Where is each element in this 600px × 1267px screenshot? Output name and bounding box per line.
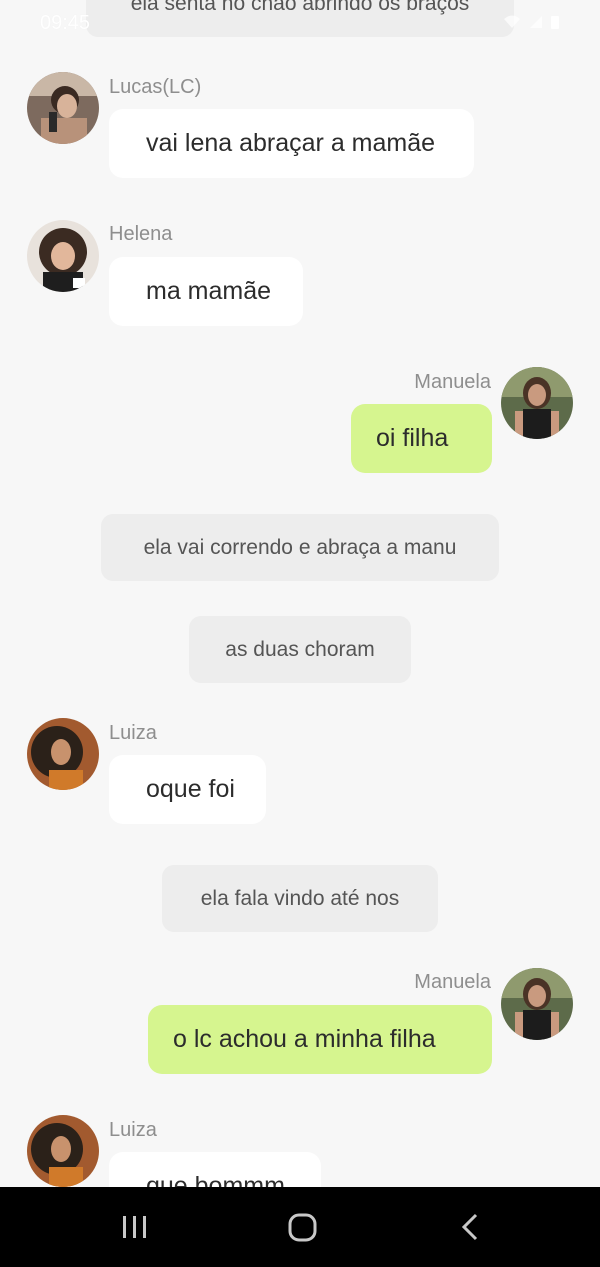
incoming-message-bubble[interactable]: que bommm	[109, 1152, 321, 1187]
message-text: vai lena abraçar a mamãe	[146, 129, 436, 157]
status-time: 09:45	[40, 12, 91, 34]
status-icons	[502, 14, 560, 35]
narration-text: as duas choram	[225, 637, 375, 661]
incoming-message-bubble[interactable]: ma mamãe	[109, 257, 303, 326]
narration-text: ela vai correndo e abraça a manu	[143, 535, 457, 559]
back-icon	[461, 1213, 478, 1241]
back-button[interactable]	[430, 1187, 510, 1267]
avatar[interactable]	[27, 718, 99, 790]
narration-message: as duas choram	[189, 616, 411, 683]
navigation-bar	[0, 1187, 600, 1267]
sender-name: Lucas(LC)	[109, 76, 202, 98]
message-text: ma mamãe	[146, 277, 272, 305]
message-text: oque foi	[146, 775, 235, 803]
recents-icon	[123, 1216, 146, 1238]
narration-message: ela vai correndo e abraça a manu	[101, 514, 499, 581]
message-text: oi filha	[376, 424, 449, 452]
narration-message: ela senta no chão abrindo os braços	[86, 0, 514, 37]
narration-text: ela senta no chão abrindo os braços	[130, 0, 470, 15]
sender-name: Luiza	[109, 722, 157, 744]
avatar[interactable]	[27, 220, 99, 292]
avatar[interactable]	[27, 72, 99, 144]
battery-icon	[550, 14, 560, 35]
incoming-message-bubble[interactable]: oque foi	[109, 755, 266, 824]
sender-name: Luiza	[109, 1119, 157, 1141]
recents-button[interactable]	[95, 1187, 175, 1267]
message-text: o lc achou a minha filha	[173, 1025, 436, 1053]
sender-name: Manuela	[414, 371, 491, 393]
chat-screen: 09:45 ela senta no chão abrindo os braço…	[0, 0, 600, 1267]
outgoing-message-bubble[interactable]: o lc achou a minha filha	[148, 1005, 492, 1074]
wifi-icon	[502, 14, 522, 35]
sender-name: Helena	[109, 223, 173, 245]
message-text: que bommm	[146, 1172, 285, 1187]
outgoing-message-bubble[interactable]: oi filha	[351, 404, 492, 473]
signal-icon	[528, 14, 544, 35]
home-icon	[288, 1213, 317, 1242]
home-button[interactable]	[262, 1187, 342, 1267]
avatar[interactable]	[501, 367, 573, 439]
incoming-message-bubble[interactable]: vai lena abraçar a mamãe	[109, 109, 474, 178]
avatar[interactable]	[27, 1115, 99, 1187]
avatar[interactable]	[501, 968, 573, 1040]
narration-message: ela fala vindo até nos	[162, 865, 438, 932]
message-list[interactable]: 09:45 ela senta no chão abrindo os braço…	[0, 0, 600, 1187]
narration-text: ela fala vindo até nos	[200, 886, 400, 910]
sender-name: Manuela	[414, 971, 491, 993]
